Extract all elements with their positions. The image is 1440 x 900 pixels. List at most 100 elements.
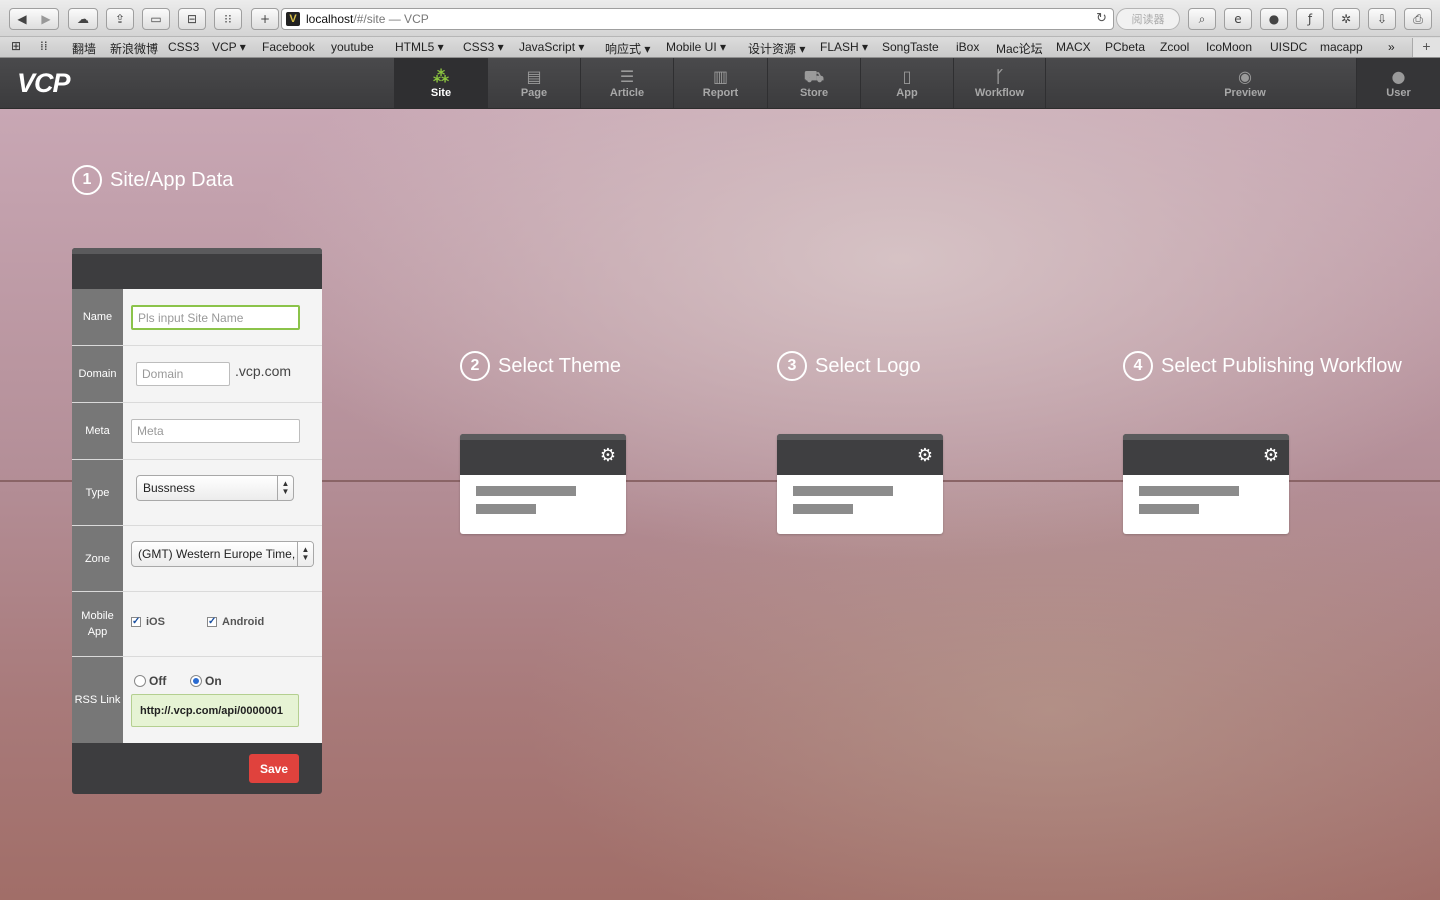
reading-list-icon[interactable]: ▭ <box>142 8 170 30</box>
nav-user[interactable]: ● User <box>1356 58 1440 108</box>
site-name-input[interactable] <box>131 305 300 330</box>
bookmarks-icon[interactable]: ⊟ <box>178 8 206 30</box>
theme-card[interactable]: ⚙ <box>460 434 626 534</box>
rss-url-field[interactable]: http://.vcp.com/api/0000001 <box>131 694 299 727</box>
bookmark-item[interactable]: HTML5 ▾ <box>395 40 444 54</box>
type-select[interactable]: Bussness ▲ ▼ <box>136 475 294 501</box>
bookmark-item[interactable]: macapp <box>1320 40 1363 54</box>
checkbox-checked-icon[interactable]: ✓ <box>131 617 141 627</box>
gear-icon[interactable]: ⚙ <box>917 446 933 466</box>
rss-row: RSS Link Off On http://.vcp.com/api/0000… <box>72 657 322 743</box>
android-checkbox[interactable]: ✓ Android <box>207 616 264 628</box>
card-header: ⚙ <box>1123 434 1289 475</box>
grid-icon[interactable]: ⁞⁞ <box>40 39 48 53</box>
nav-store[interactable]: ⛟ Store <box>767 58 860 108</box>
bookmark-item[interactable]: UISDC <box>1270 40 1307 54</box>
nav-page[interactable]: ▤ Page <box>487 58 580 108</box>
url-host: localhost <box>306 12 354 26</box>
bookmark-item[interactable]: 新浪微博 <box>110 40 158 57</box>
bookmark-item[interactable]: Mobile UI ▾ <box>666 40 726 54</box>
new-tab-button[interactable]: + <box>1412 38 1440 57</box>
nav-label: Report <box>702 87 739 99</box>
app-logo[interactable]: VCP <box>17 68 71 99</box>
reload-icon[interactable]: ↻ <box>1096 11 1107 26</box>
icloud-icon[interactable]: ☁ <box>68 8 98 30</box>
field-label: Mobile App <box>72 592 123 656</box>
top-sites-icon[interactable]: ⁝⁝ <box>214 8 242 30</box>
nav-site[interactable]: ⁂ Site <box>394 58 487 108</box>
reader-button[interactable]: 阅读器 <box>1116 8 1180 30</box>
nav-app[interactable]: ▯ App <box>860 58 953 108</box>
script-icon[interactable]: ƒ <box>1296 8 1324 30</box>
checkbox-checked-icon[interactable]: ✓ <box>207 617 217 627</box>
bookmark-item[interactable]: 响应式 ▾ <box>605 40 650 57</box>
new-tab-icon[interactable]: + <box>251 8 279 30</box>
user-icon: ● <box>1391 67 1406 86</box>
gear-icon[interactable]: ⚙ <box>600 446 616 466</box>
step-number: 2 <box>460 351 490 381</box>
sitemap-icon: ⁂ <box>432 67 450 86</box>
domain-input[interactable] <box>136 362 230 386</box>
nav-label: App <box>896 87 918 99</box>
logo-card[interactable]: ⚙ <box>777 434 943 534</box>
nav-report[interactable]: ▥ Report <box>673 58 767 108</box>
bookmark-item[interactable]: VCP ▾ <box>212 40 246 54</box>
bookmark-item[interactable]: youtube <box>331 40 374 54</box>
bookmark-item[interactable]: 翻墙 <box>72 40 96 57</box>
bookmark-item[interactable]: IcoMoon <box>1206 40 1252 54</box>
bookmark-item[interactable]: 设计资源 ▾ <box>748 40 805 57</box>
nav-preview[interactable]: ◉ Preview <box>1134 58 1356 108</box>
forward-icon[interactable]: ▶ <box>34 12 58 26</box>
placeholder-line <box>1139 486 1239 496</box>
bookmark-item[interactable]: SongTaste <box>882 40 939 54</box>
nav-label: User <box>1386 87 1411 99</box>
radio-checked-icon[interactable] <box>190 675 202 687</box>
nav-article[interactable]: ☰ Article <box>580 58 673 108</box>
nav-label: Page <box>520 87 548 99</box>
back-icon[interactable]: ◀ <box>10 12 34 26</box>
domain-suffix: .vcp.com <box>235 363 292 379</box>
bookmarks-bar: ⊞ ⁞⁞ 翻墙 新浪微博 CSS3 VCP ▾ Facebook youtube… <box>0 37 1440 58</box>
gear-icon[interactable]: ⚙ <box>1263 446 1279 466</box>
ie-icon[interactable]: e <box>1224 8 1252 30</box>
ios-checkbox[interactable]: ✓ iOS <box>131 616 165 628</box>
zone-row: Zone (GMT) Western Europe Time, ▲ ▼ <box>72 526 322 592</box>
tools-icon[interactable]: ✲ <box>1332 8 1360 30</box>
print-icon[interactable]: ⎙ <box>1404 8 1432 30</box>
radio-label: Off <box>149 674 167 688</box>
checkbox-label: iOS <box>146 616 165 628</box>
more-bookmarks-icon[interactable]: » <box>1388 40 1395 54</box>
step-4-header: 4 Select Publishing Workflow <box>1123 351 1402 381</box>
download-icon[interactable]: ⇩ <box>1368 8 1396 30</box>
bookmark-item[interactable]: CSS3 <box>168 40 199 54</box>
bookmark-item[interactable]: Facebook <box>262 40 315 54</box>
workflow-card[interactable]: ⚙ <box>1123 434 1289 534</box>
search-icon[interactable]: ⌕ <box>1188 8 1216 30</box>
step-title: Select Theme <box>498 354 622 377</box>
radio-unchecked-icon[interactable] <box>134 675 146 687</box>
nav-workflow[interactable]: ᚴ Workflow <box>953 58 1046 108</box>
phone-icon: ▯ <box>902 67 912 86</box>
zone-select[interactable]: (GMT) Western Europe Time, ▲ ▼ <box>131 541 314 567</box>
bookmark-item[interactable]: Zcool <box>1160 40 1189 54</box>
placeholder-line <box>476 486 576 496</box>
address-bar[interactable]: V localhost /#/site — VCP ↻ <box>281 8 1114 30</box>
bookmark-item[interactable]: PCbeta <box>1105 40 1145 54</box>
save-button[interactable]: Save <box>249 754 299 783</box>
share-icon[interactable]: ⇪ <box>106 8 134 30</box>
bookmark-item[interactable]: JavaScript ▾ <box>519 40 584 54</box>
record-icon[interactable]: ● <box>1260 8 1288 30</box>
bookmark-item[interactable]: iBox <box>956 40 979 54</box>
bookmark-item[interactable]: MACX <box>1056 40 1091 54</box>
nav-label: Article <box>609 87 645 99</box>
bookmark-item[interactable]: Mac论坛 <box>996 40 1043 57</box>
open-book-icon[interactable]: ⊞ <box>11 39 21 53</box>
back-forward-buttons[interactable]: ◀ ▶ <box>9 8 59 30</box>
field-label: Domain <box>72 346 123 402</box>
bookmark-item[interactable]: CSS3 ▾ <box>463 40 504 54</box>
site-favicon-icon: V <box>286 12 300 26</box>
rss-off-radio[interactable]: Off <box>134 674 166 688</box>
rss-on-radio[interactable]: On <box>190 674 222 688</box>
bookmark-item[interactable]: FLASH ▾ <box>820 40 868 54</box>
meta-input[interactable] <box>131 419 300 443</box>
